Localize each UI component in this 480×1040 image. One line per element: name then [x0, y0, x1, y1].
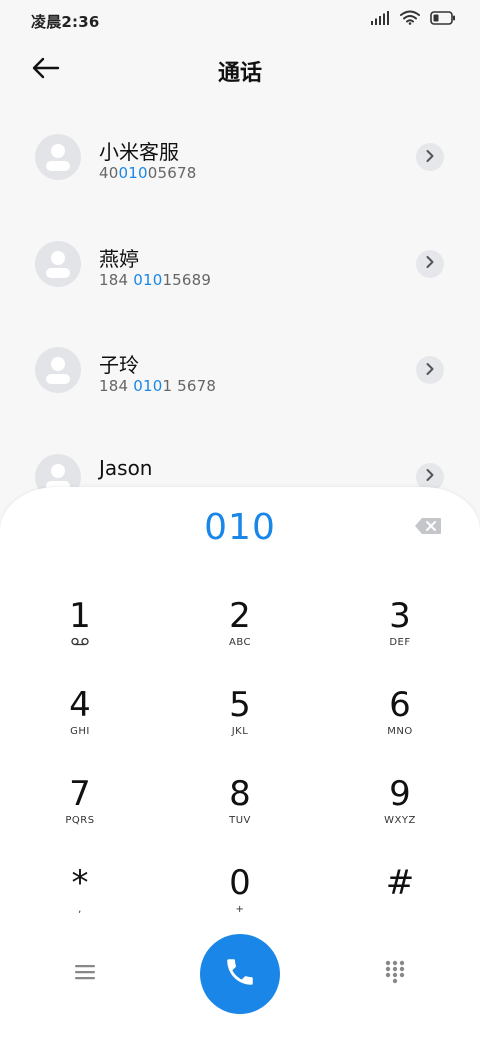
wifi-icon [400, 10, 420, 29]
key-9[interactable]: 9 WXYZ [340, 775, 460, 855]
menu-icon [75, 964, 95, 984]
contact-row[interactable]: 子玲 184 0101 5678 [0, 318, 480, 425]
chevron-right-icon [425, 361, 435, 380]
status-time: 凌晨2:36 [31, 13, 100, 31]
dialer-panel: 010 1 2 ABC 3 DEF 4 GHI 5 JKL 6 MNO 7 PQ… [0, 487, 480, 1040]
key-5[interactable]: 5 JKL [180, 686, 300, 766]
dial-input[interactable]: 010 [0, 507, 480, 548]
page-title: 通话 [217, 61, 262, 86]
contact-number: 184 01015689 [99, 270, 212, 289]
contact-detail-button[interactable] [416, 143, 444, 171]
contact-number: 184 0101 5678 [99, 377, 217, 395]
menu-button[interactable] [70, 959, 100, 989]
contact-row[interactable]: 小米客服 4001005678 [0, 105, 480, 212]
voicemail-icon [71, 637, 89, 649]
contact-list: 小米客服 4001005678 燕婷 184 01015689 子玲 184 0… [0, 105, 480, 531]
chevron-right-icon [425, 467, 435, 486]
call-button[interactable] [200, 934, 280, 1014]
key-star[interactable]: * , [20, 864, 140, 944]
chevron-right-icon [425, 254, 435, 273]
key-1[interactable]: 1 [20, 597, 140, 677]
contact-detail-button[interactable] [416, 356, 444, 384]
contact-name: 燕婷 [99, 246, 139, 271]
key-hash[interactable]: # [340, 864, 460, 944]
avatar [35, 347, 81, 393]
contact-row[interactable]: 燕婷 184 01015689 [0, 212, 480, 319]
contact-detail-button[interactable] [416, 249, 444, 278]
phone-screen: 凌晨2:36 通话 小米客服 4001005678 燕婷 184 0101568… [0, 0, 480, 1040]
contact-name: 子玲 [99, 353, 139, 377]
backspace-button[interactable] [413, 517, 443, 539]
header: 通话 [0, 42, 480, 98]
key-8[interactable]: 8 TUV [180, 775, 300, 855]
status-bar: 凌晨2:36 [0, 0, 480, 42]
phone-icon [223, 955, 257, 993]
backspace-icon [414, 517, 442, 539]
key-2[interactable]: 2 ABC [180, 597, 300, 677]
dialpad-toggle-button[interactable] [380, 959, 410, 989]
battery-icon [430, 10, 456, 29]
dialpad-icon [385, 960, 405, 988]
contact-number: 4001005678 [99, 164, 197, 182]
key-4[interactable]: 4 GHI [20, 686, 140, 766]
status-icons [370, 10, 456, 29]
key-3[interactable]: 3 DEF [340, 597, 460, 677]
avatar [35, 240, 81, 287]
key-7[interactable]: 7 PQRS [20, 775, 140, 855]
contact-name: Jason [99, 455, 153, 480]
key-0[interactable]: 0 + [180, 864, 300, 944]
avatar [35, 134, 81, 180]
chevron-right-icon [425, 148, 435, 167]
contact-name: 小米客服 [99, 140, 179, 164]
signal-icon [370, 10, 390, 29]
key-6[interactable]: 6 MNO [340, 686, 460, 766]
